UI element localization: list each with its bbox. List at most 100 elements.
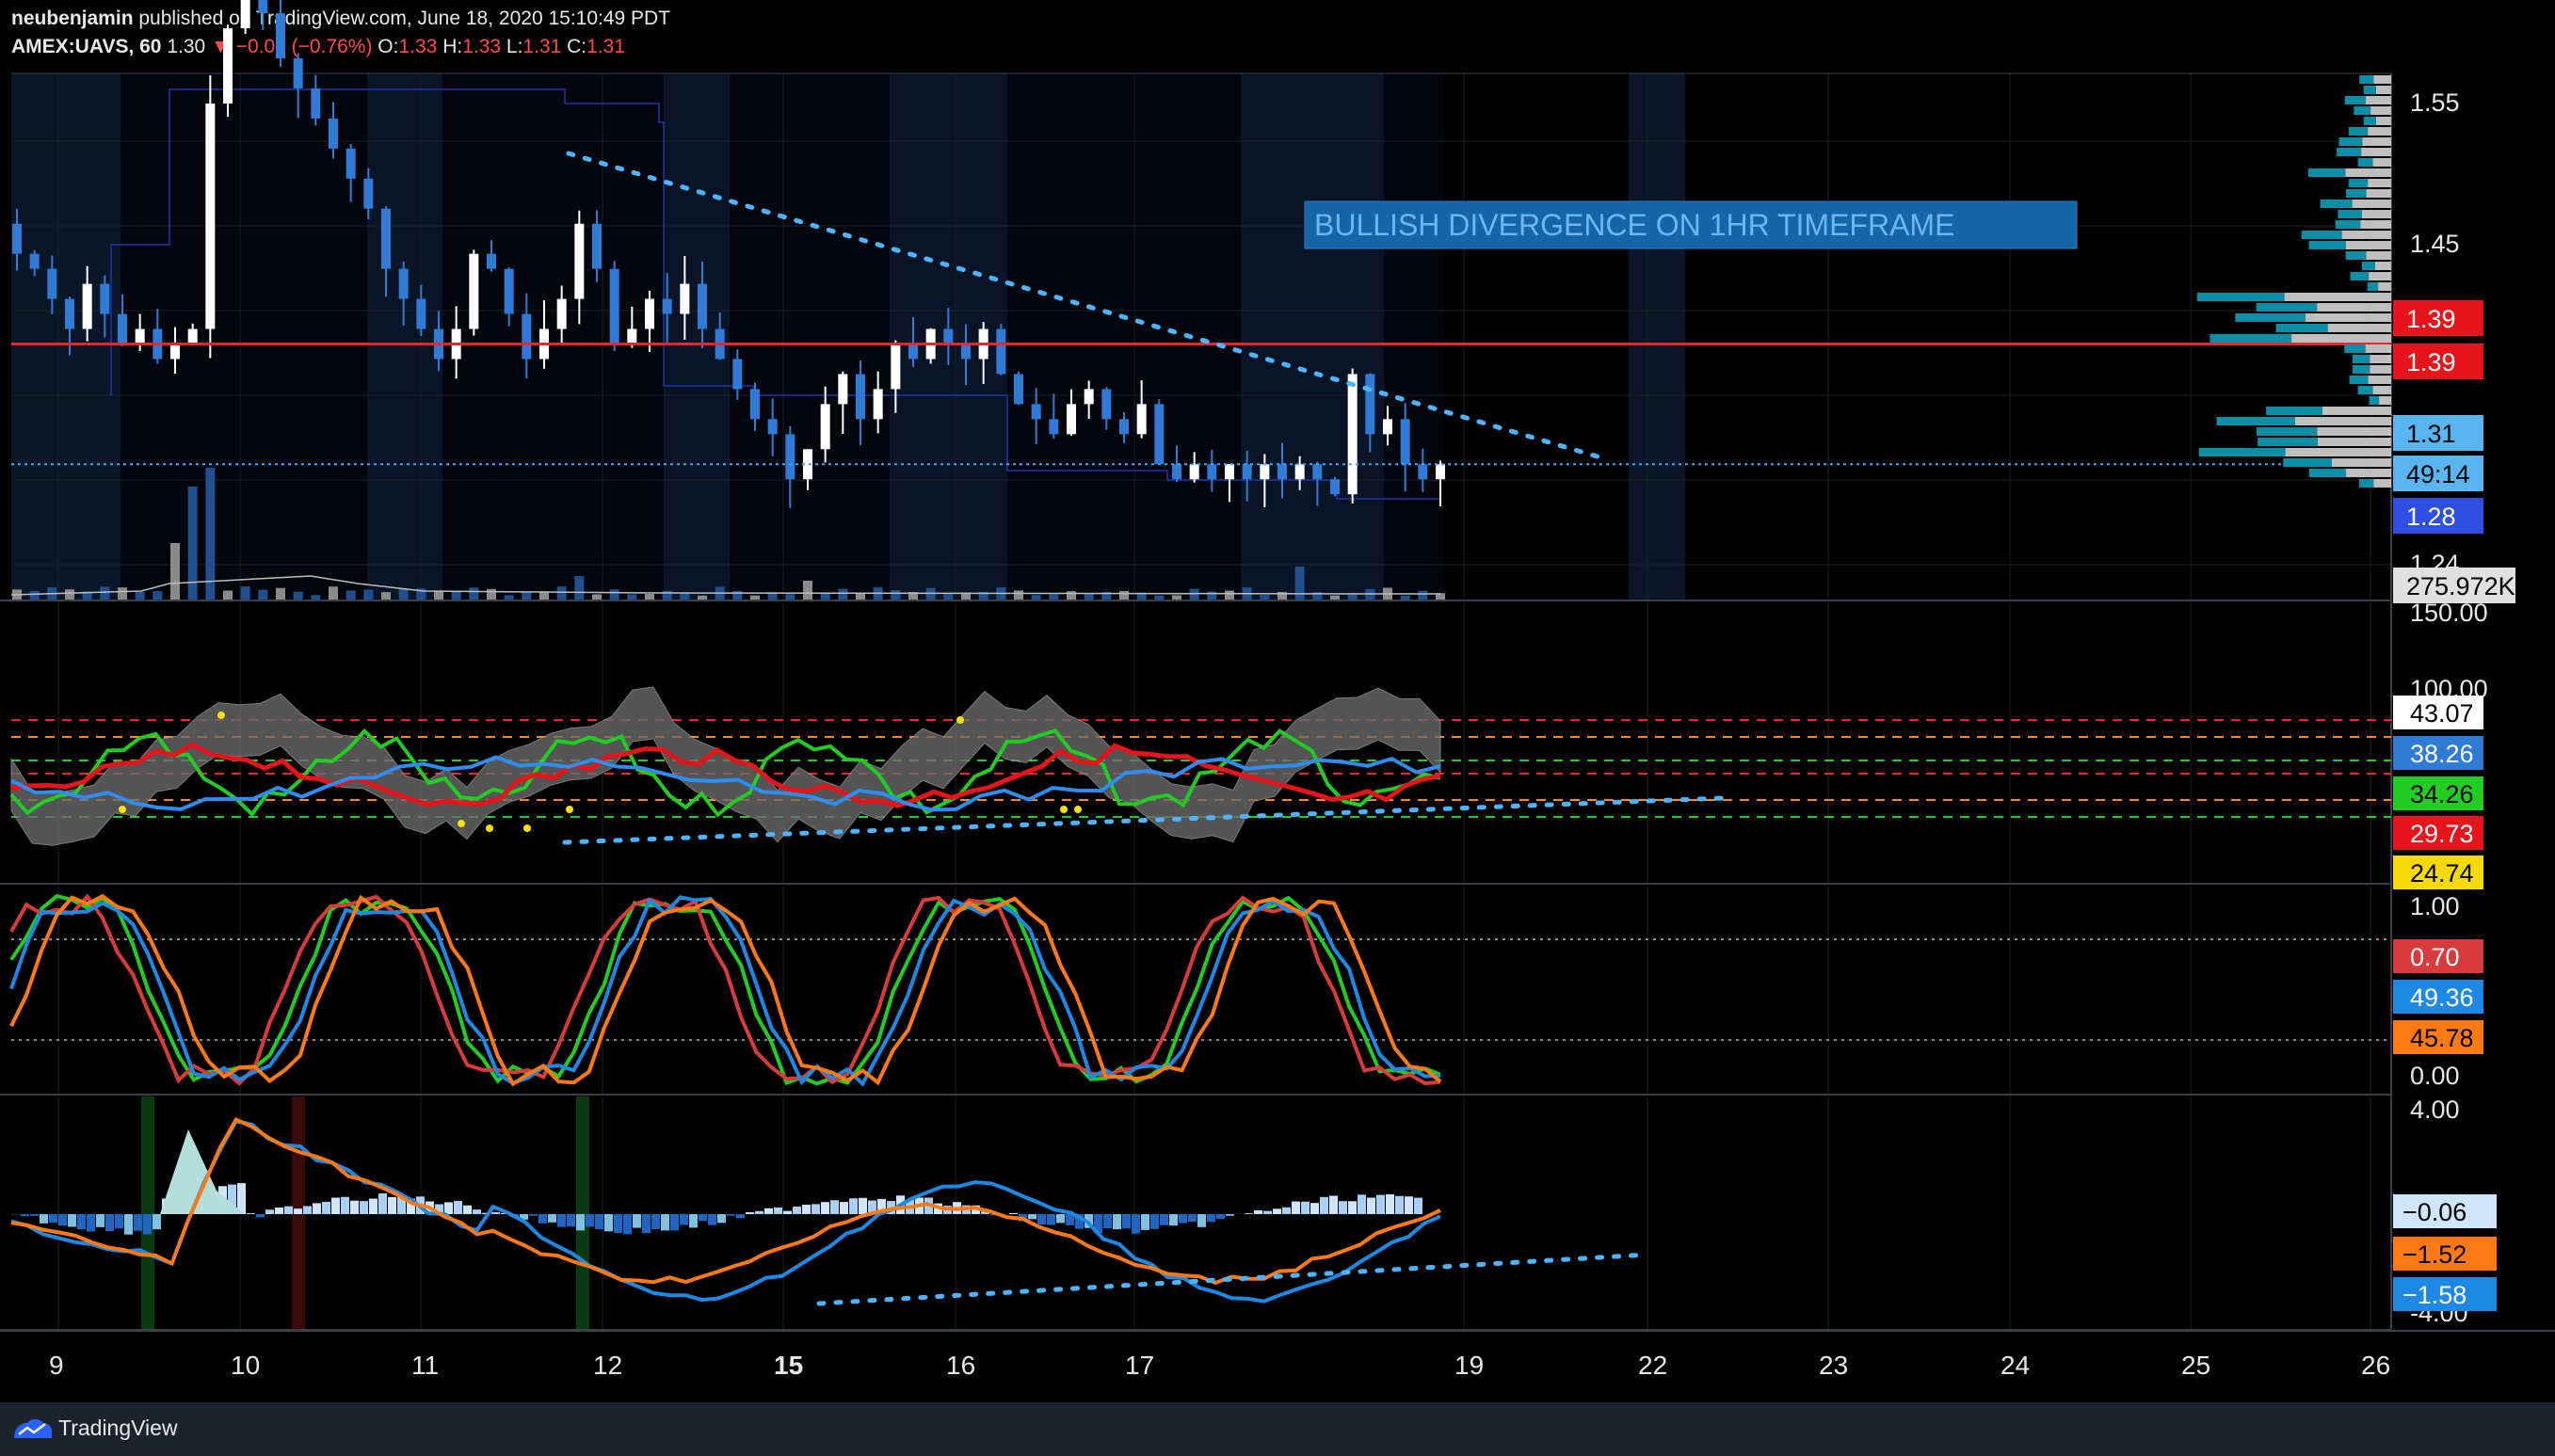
volume-profile-bar xyxy=(2320,200,2353,208)
macd-histogram-bar xyxy=(1348,1201,1357,1214)
rsi-badge: 34.26 xyxy=(2393,776,2483,810)
rsi-badge: 43.07 xyxy=(2393,696,2483,729)
macd-badge: −1.52 xyxy=(2393,1237,2497,1271)
macd-histogram-bar xyxy=(727,1214,735,1216)
volume-bar xyxy=(1347,594,1358,600)
candle-body xyxy=(205,103,216,329)
price-badge-text: 49:14 xyxy=(2406,460,2470,488)
candle-body xyxy=(1014,374,1023,405)
candle-body xyxy=(1049,419,1059,435)
candle-body xyxy=(767,419,778,435)
candle-body xyxy=(556,298,567,329)
volume-bar xyxy=(118,587,127,600)
volume-bar xyxy=(381,592,391,600)
candle-body xyxy=(1347,374,1358,495)
price-badge: 1.28 xyxy=(2393,498,2483,534)
candle-body xyxy=(135,328,145,344)
volume-bar xyxy=(65,589,74,600)
volume-bar xyxy=(645,593,654,600)
candle-body xyxy=(1260,464,1270,480)
volume-profile-bar xyxy=(2363,117,2376,125)
volume-bar xyxy=(1154,595,1165,600)
macd-histogram-bar xyxy=(284,1206,293,1214)
macd-histogram-bar xyxy=(1263,1210,1272,1214)
volume-bar xyxy=(345,590,356,600)
macd-histogram-bar xyxy=(275,1207,283,1214)
volume-bar xyxy=(1330,595,1340,600)
tradingview-brand[interactable]: TradingView xyxy=(58,1416,178,1441)
candle-body xyxy=(522,313,532,360)
volume-profile-bar xyxy=(2368,179,2391,187)
rsi-badge-text: 34.26 xyxy=(2410,780,2474,808)
volume-profile-bar xyxy=(2216,417,2295,425)
time-axis-bg xyxy=(0,1331,2555,1402)
macd-histogram-bar xyxy=(614,1214,622,1233)
candle-body xyxy=(750,389,760,420)
volume-profile-bar xyxy=(2373,479,2391,488)
volume-profile-bar xyxy=(2294,417,2391,425)
macd-histogram-bar xyxy=(538,1214,547,1224)
volume-profile-bar xyxy=(2291,334,2391,343)
candle-body xyxy=(1225,464,1234,480)
rsi-badge-text: 29.73 xyxy=(2410,820,2474,848)
volume-bar xyxy=(451,591,461,600)
volume-bar xyxy=(785,594,795,600)
rsi-badge-text: 43.07 xyxy=(2410,699,2474,728)
volume-bar xyxy=(698,595,707,600)
macd-histogram-bar xyxy=(1047,1214,1055,1225)
macd-histogram-bar xyxy=(40,1214,48,1224)
volume-profile-bar xyxy=(2375,117,2391,125)
volume-profile-bar xyxy=(2322,407,2391,415)
macd-histogram-bar xyxy=(153,1214,161,1230)
macd-histogram-bar xyxy=(1339,1201,1347,1214)
candle-body xyxy=(1278,464,1287,480)
volume-profile-bar xyxy=(2331,458,2391,467)
candle-body xyxy=(698,283,707,329)
chart-canvas[interactable]: BULLISH DIVERGENCE ON 1HR TIMEFRAME 1.55 1… xyxy=(0,0,2555,1402)
macd-histogram-bar xyxy=(388,1196,396,1214)
macd-histogram-bar xyxy=(58,1214,67,1226)
time-tick: 15 xyxy=(774,1351,803,1380)
candle-body xyxy=(258,0,268,14)
macd-histogram-bar xyxy=(1122,1214,1131,1229)
tradingview-logo-icon[interactable] xyxy=(11,1416,55,1440)
candle-body xyxy=(961,344,971,360)
macd-histogram-bar xyxy=(595,1214,603,1230)
macd-histogram-bar xyxy=(1226,1214,1234,1216)
candle-body xyxy=(873,389,883,420)
candle-body xyxy=(381,208,391,269)
volume-bar xyxy=(29,591,40,600)
time-tick: 11 xyxy=(411,1351,439,1380)
stoch-badge: 45.78 xyxy=(2393,1020,2483,1054)
macd-histogram-bar xyxy=(623,1214,632,1235)
stoch-tick: 0.00 xyxy=(2410,1062,2460,1090)
candle-body xyxy=(187,328,198,344)
macd-histogram-bar xyxy=(313,1203,321,1214)
macd-histogram-bar xyxy=(341,1196,349,1214)
macd-histogram-bar xyxy=(821,1202,829,1214)
time-tick: 25 xyxy=(2181,1351,2210,1380)
candle-body xyxy=(416,298,426,329)
candle-body xyxy=(574,223,585,299)
candle-body xyxy=(1172,464,1181,480)
macd-histogram-bar xyxy=(115,1214,123,1229)
candle-body xyxy=(1136,404,1147,435)
candle-body xyxy=(1101,389,1112,420)
macd-histogram-bar xyxy=(1301,1201,1310,1214)
macd-badge: −0.06 xyxy=(2393,1194,2497,1228)
volume-bar xyxy=(1207,591,1217,600)
volume-bar xyxy=(943,594,954,600)
volume-profile-bar xyxy=(2266,407,2322,415)
volume-profile-bar xyxy=(2235,313,2306,322)
volume-profile-bar xyxy=(2327,324,2391,332)
rsi-signal-dot xyxy=(1060,806,1068,813)
volume-profile-bar xyxy=(2283,458,2332,467)
volume-profile-bar xyxy=(2365,344,2391,353)
volume-bar xyxy=(293,591,303,600)
macd-histogram-bar xyxy=(247,1212,255,1214)
macd-histogram-bar xyxy=(124,1214,133,1235)
candle-body xyxy=(1119,419,1129,435)
candle-body xyxy=(1383,419,1392,435)
volume-profile-bar xyxy=(2361,262,2375,270)
volume-bar xyxy=(662,590,672,600)
